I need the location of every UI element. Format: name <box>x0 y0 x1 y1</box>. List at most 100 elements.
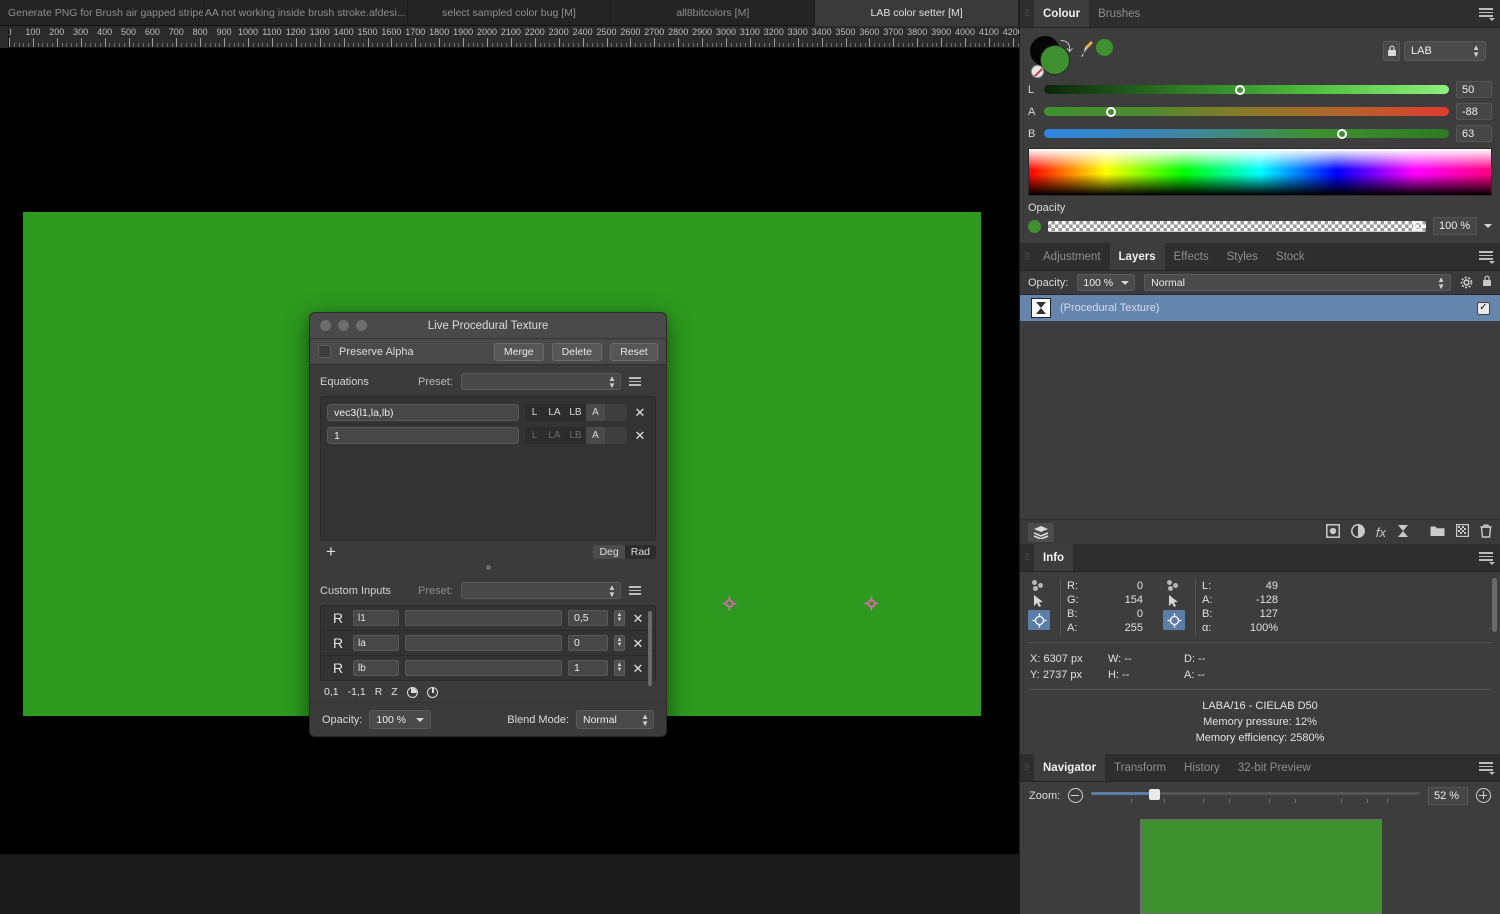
channel-value[interactable]: 63 <box>1456 125 1492 142</box>
channel-toggle-la[interactable]: LA <box>544 427 565 444</box>
colour-opacity-value[interactable]: 100 % <box>1433 217 1477 235</box>
layer-row[interactable]: (Procedural Texture) ✓ <box>1020 295 1500 321</box>
tab-info[interactable]: Info <box>1034 544 1074 571</box>
panel-grip-icon[interactable]: ⦙⦙ <box>1020 754 1034 781</box>
delete-layer-icon[interactable] <box>1480 524 1492 541</box>
document-tab[interactable]: LAB color setter [M] <box>815 0 1019 26</box>
custom-input-value[interactable]: 0 <box>568 635 608 651</box>
channel-toggle-l[interactable]: L <box>525 427 544 444</box>
layer-stack-icon[interactable] <box>1028 522 1054 542</box>
pie-quarter-icon[interactable] <box>426 686 438 698</box>
custom-input-stepper[interactable]: ▲ ▼ <box>614 610 625 626</box>
horizontal-ruler[interactable]: 0 100 200 300 400 500 600 700 800 900 1000 1100 1200… <box>0 26 1019 48</box>
custom-input-name[interactable]: la <box>353 635 399 651</box>
no-colour-icon[interactable] <box>1031 65 1044 78</box>
minimize-icon[interactable] <box>338 320 349 331</box>
layers-opacity-select[interactable]: 100 % <box>1077 274 1136 291</box>
channel-toggle-la[interactable]: LA <box>544 404 565 421</box>
channel-slider[interactable] <box>1044 128 1449 139</box>
equation-input[interactable]: 1 <box>327 427 519 444</box>
lock-icon[interactable] <box>1482 275 1492 290</box>
channel-slider-knob[interactable] <box>1336 128 1347 139</box>
zoom-in-icon[interactable] <box>1476 788 1491 803</box>
dialog-title-bar[interactable]: Live Procedural Texture <box>310 313 666 339</box>
custom-input-slider[interactable] <box>405 635 562 651</box>
custom-inputs-preset-select[interactable]: ▲ ▼ <box>460 582 621 599</box>
panel-grip-icon[interactable]: ⦙⦙ <box>1020 243 1034 270</box>
channel-slider-knob[interactable] <box>1235 84 1246 95</box>
colour-opacity-slider[interactable] <box>1048 220 1426 232</box>
document-tab[interactable]: select sampled color bug [M] <box>408 0 612 26</box>
dialog-opacity-select[interactable]: 100 % <box>369 710 432 729</box>
add-equation-button[interactable]: + <box>326 543 336 560</box>
range-preset-Z[interactable]: Z <box>391 686 397 698</box>
custom-input-slider[interactable] <box>405 660 562 676</box>
range-preset-01[interactable]: 0,1 <box>324 686 339 698</box>
document-tab[interactable]: all8bitcolors [M] <box>611 0 816 26</box>
swap-colours-icon[interactable]: ⤵ <box>1060 36 1073 55</box>
custom-input-type[interactable]: R <box>329 660 347 676</box>
new-group-icon[interactable] <box>1430 525 1445 540</box>
tab-history[interactable]: History <box>1175 754 1229 781</box>
close-icon[interactable] <box>320 320 331 331</box>
procedural-texture-icon[interactable] <box>1397 524 1409 541</box>
remove-custom-input-icon[interactable]: ✕ <box>631 637 645 650</box>
tab-transform[interactable]: Transform <box>1105 754 1175 781</box>
colour-model-select[interactable]: LAB ▲ ▼ <box>1404 41 1486 61</box>
tab-brushes[interactable]: Brushes <box>1089 0 1149 27</box>
equations-preset-select[interactable]: ▲ ▼ <box>460 373 621 390</box>
tab-stock[interactable]: Stock <box>1267 243 1314 270</box>
zoom-out-icon[interactable] <box>1068 788 1084 803</box>
custom-input-slider[interactable] <box>405 610 562 626</box>
channel-value[interactable]: 50 <box>1456 81 1492 98</box>
custom-input-type[interactable]: R <box>329 610 347 626</box>
channel-slider-knob[interactable] <box>1105 106 1116 117</box>
eyedropper-icon[interactable] <box>1080 39 1094 59</box>
opacity-slider-knob[interactable] <box>1413 221 1424 231</box>
remove-custom-input-icon[interactable]: ✕ <box>631 612 645 625</box>
custom-inputs-menu-icon[interactable] <box>628 586 641 595</box>
remove-custom-input-icon[interactable]: ✕ <box>631 662 645 675</box>
tab-styles[interactable]: Styles <box>1218 243 1267 270</box>
ruler-corner[interactable] <box>0 26 9 48</box>
tab-effects[interactable]: Effects <box>1165 243 1218 270</box>
custom-input-name[interactable]: lb <box>353 660 399 676</box>
document-tab[interactable]: AA not working inside brush stroke.afdes… <box>204 0 408 26</box>
adjustment-layer-icon[interactable] <box>1350 523 1365 541</box>
lock-colour-icon[interactable] <box>1383 41 1400 61</box>
angle-mode-deg[interactable]: Deg <box>593 545 625 559</box>
panel-grip-icon[interactable]: ⦙⦙ <box>1020 544 1034 571</box>
maximize-icon[interactable] <box>356 320 367 331</box>
colour-picker-marker-1[interactable] <box>722 596 737 611</box>
new-pixel-layer-icon[interactable] <box>1456 524 1470 540</box>
navigator-panel-menu-icon[interactable] <box>1479 762 1495 775</box>
layers-panel-menu-icon[interactable] <box>1479 251 1495 264</box>
tab-layers[interactable]: Layers <box>1109 243 1165 270</box>
sampler-target-icon[interactable] <box>1028 610 1050 630</box>
window-controls[interactable] <box>320 320 367 331</box>
dialog-blend-select[interactable]: Normal ▲ ▼ <box>576 710 654 729</box>
equation-input[interactable]: vec3(l1,la,lb) <box>327 404 519 421</box>
zoom-slider[interactable] <box>1091 788 1420 803</box>
merge-button[interactable]: Merge <box>493 342 544 361</box>
tab-navigator[interactable]: Navigator <box>1034 754 1106 781</box>
tab-adjustment[interactable]: Adjustment <box>1034 243 1110 270</box>
range-preset-R[interactable]: R <box>375 686 383 698</box>
remove-equation-icon[interactable]: ✕ <box>633 406 647 419</box>
chevron-down-icon[interactable] <box>1484 224 1492 228</box>
live-filter-icon[interactable]: fx <box>1376 525 1386 540</box>
channel-slider[interactable] <box>1044 84 1449 95</box>
channel-toggle-lb[interactable]: LB <box>565 404 586 421</box>
channel-slider[interactable] <box>1044 106 1449 117</box>
gear-icon[interactable] <box>1460 276 1473 289</box>
canvas-viewport[interactable]: Live Procedural Texture Preserve Alpha M… <box>0 48 1019 854</box>
pie-full-icon[interactable] <box>406 686 418 698</box>
equations-menu-icon[interactable] <box>628 377 641 386</box>
custom-input-name[interactable]: l1 <box>353 610 399 626</box>
document-tab[interactable]: Generate PNG for Brush air gapped stripe… <box>0 0 204 26</box>
angle-mode-rad[interactable]: Rad <box>625 545 656 559</box>
channel-toggle-l[interactable]: L <box>525 404 544 421</box>
layers-blend-select[interactable]: Normal ▲ ▼ <box>1144 274 1451 291</box>
reset-button[interactable]: Reset <box>610 342 658 361</box>
remove-equation-icon[interactable]: ✕ <box>633 429 647 442</box>
